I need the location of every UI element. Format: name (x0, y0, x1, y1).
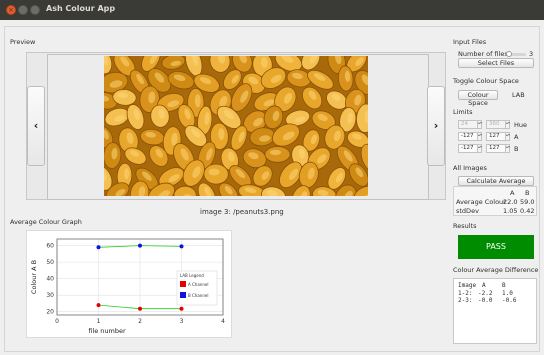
diff-header-image: Image (458, 282, 477, 289)
limit-label: B (514, 145, 519, 153)
calculate-average-button[interactable]: Calculate Average (458, 176, 534, 186)
legend-label: A Channel (188, 282, 208, 287)
preview-label: Preview (10, 38, 36, 46)
data-point (138, 306, 142, 311)
window-title: Ash Colour App (46, 4, 116, 13)
legend-swatch (180, 281, 186, 287)
average-colour-chart: 20 30 40 50 60 0 1 2 3 4 file number Colour A B LAB … (30, 238, 225, 335)
x-axis-label: file number (88, 327, 126, 335)
window-minimize-button[interactable] (18, 5, 28, 15)
x-tick-label: 4 (221, 318, 225, 325)
data-point (96, 303, 101, 308)
colour-difference-label: Colour Average Difference (453, 266, 539, 274)
image-caption: image 3: /peanuts3.png (200, 208, 284, 216)
all-images-label: All Images (453, 164, 487, 172)
diff-header-a: A (482, 282, 486, 289)
diff-row-a: -2.2 (478, 290, 493, 297)
number-of-files-label: Number of files (458, 50, 508, 58)
colour-difference-box: Image A B 1-2: -2.2 1.0 2-3: -0.0 -0.6 (453, 278, 537, 344)
peanut-highlight (269, 149, 282, 156)
limit-max-spinner[interactable]: ▴▾ (505, 132, 510, 141)
select-files-button[interactable]: Select Files (458, 58, 534, 68)
y-tick-label: 40 (46, 276, 54, 283)
limit-max-input: 360 (486, 120, 506, 129)
x-tick-label: 3 (180, 318, 184, 325)
limit-max-input[interactable]: 127 (486, 132, 506, 141)
data-point (179, 244, 184, 249)
stddev-label: stdDev (456, 207, 479, 215)
limit-max-input[interactable]: 127 (486, 144, 506, 153)
limit-max-spinner: ▴▾ (505, 120, 510, 129)
next-image-button[interactable]: › (427, 86, 445, 166)
chevron-left-icon: ‹ (33, 119, 39, 132)
average-colour-label: Average Colour (456, 198, 506, 206)
average-b-value: 59.0 (520, 198, 535, 206)
diff-row-b: -0.6 (502, 297, 517, 304)
preview-image (104, 56, 368, 196)
chevron-right-icon: › (433, 119, 439, 132)
x-tick-label: 1 (97, 318, 101, 325)
close-icon: × (8, 6, 14, 14)
limit-label: A (514, 133, 519, 141)
data-point (179, 306, 184, 311)
previous-image-button[interactable]: ‹ (27, 86, 45, 166)
graph-label: Average Colour Graph (10, 218, 82, 226)
limit-min-spinner: ▴▾ (477, 120, 482, 129)
y-tick-label: 50 (46, 259, 54, 266)
peanuts-photo (104, 56, 368, 196)
diff-row-b: 1.0 (502, 290, 513, 297)
window-maximize-button[interactable] (30, 5, 40, 15)
limit-label: Hue (514, 121, 528, 129)
diff-row: 2-3: -0.0 -0.6 (458, 297, 516, 304)
stats-col-a: A (510, 189, 515, 197)
diff-row-label: 2-3: (458, 297, 473, 304)
x-tick-label: 2 (138, 318, 142, 325)
diff-row-a: -0.0 (478, 297, 493, 304)
limit-max-spinner[interactable]: ▴▾ (505, 144, 510, 153)
limit-min-input[interactable]: -127 (458, 144, 478, 153)
data-point (138, 243, 142, 248)
x-tick-label: 0 (55, 318, 59, 325)
y-tick-label: 60 (46, 243, 54, 250)
limit-min-input[interactable]: -127 (458, 132, 478, 141)
diff-header: Image A B (458, 282, 506, 289)
stddev-a-value: 1.05 (503, 207, 518, 215)
title-bar: × Ash Colour App (0, 0, 544, 20)
diff-header-b: B (502, 282, 506, 289)
toggle-colour-space-label: Toggle Colour Space (453, 77, 519, 85)
limit-min-spinner[interactable]: ▴▾ (477, 132, 482, 141)
average-a-value: 22.0 (503, 198, 518, 206)
limits-label: Limits (453, 108, 473, 116)
limit-min-input: 24 (458, 120, 478, 129)
window-close-button[interactable]: × (6, 5, 16, 15)
results-label: Results (453, 222, 477, 230)
y-tick-label: 30 (46, 292, 54, 299)
legend-label: B Channel (188, 293, 208, 298)
result-status: PASS (458, 235, 534, 259)
number-of-files-value: 3 (529, 50, 534, 58)
legend-swatch (180, 292, 186, 298)
diff-row: 1-2: -2.2 1.0 (458, 290, 513, 297)
stats-col-b: B (525, 189, 530, 197)
y-axis-label: Colour A B (30, 260, 38, 294)
input-files-label: Input Files (453, 38, 487, 46)
y-tick-label: 20 (46, 309, 54, 316)
graph-panel: 20 30 40 50 60 0 1 2 3 4 file number Colour A B LAB … (26, 230, 232, 338)
stddev-b-value: 0.42 (520, 207, 535, 215)
files-slider-handle[interactable] (506, 51, 512, 57)
current-colour-space: LAB (512, 91, 525, 99)
legend-title: LAB Legend (180, 273, 204, 278)
colour-space-button[interactable]: Colour Space (458, 90, 498, 107)
data-point (96, 245, 101, 250)
diff-row-label: 1-2: (458, 290, 473, 297)
limit-min-spinner[interactable]: ▴▾ (477, 144, 482, 153)
